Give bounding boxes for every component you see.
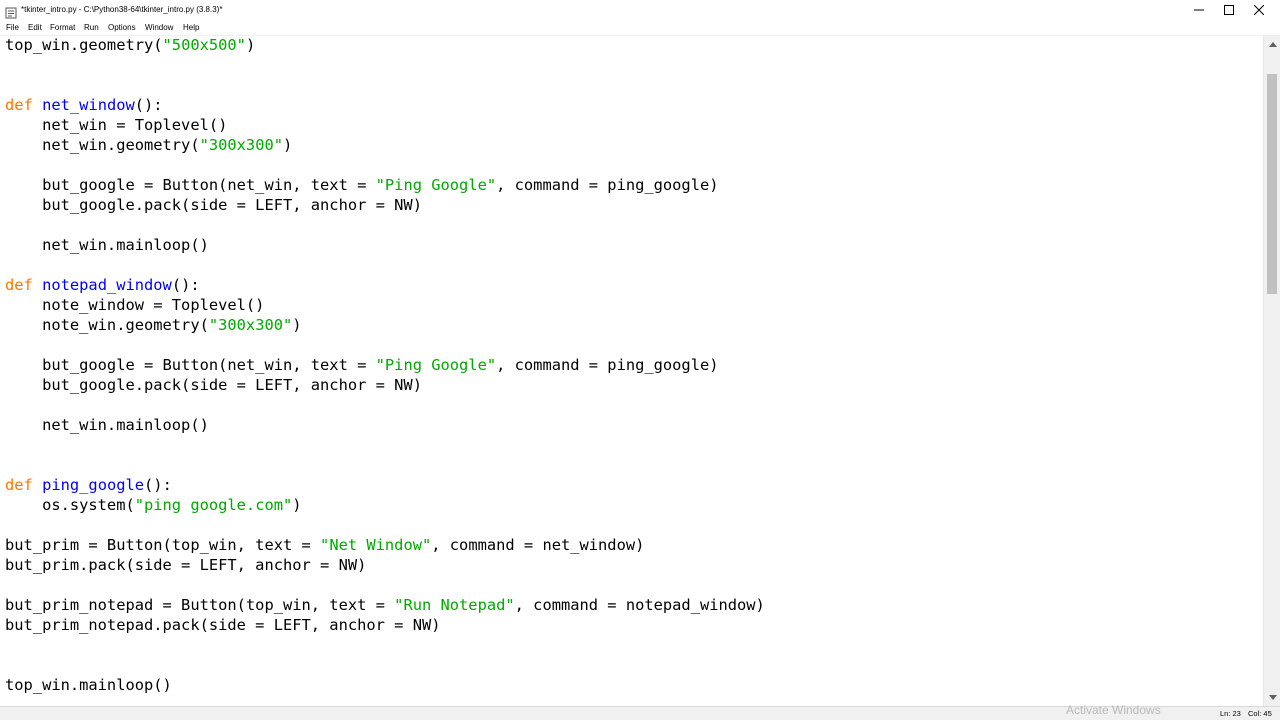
keyword-token: def <box>5 276 33 294</box>
string-token: "300x300" <box>208 316 293 334</box>
scroll-up-arrow-icon <box>1268 42 1277 47</box>
status-line: Ln: 23 <box>1220 709 1241 718</box>
code-token: (): <box>134 96 163 114</box>
code-token: but_google = Button(net_win, text = <box>5 176 376 194</box>
code-token: top_win.mainloop() <box>5 676 172 694</box>
minimize-icon <box>1194 9 1204 11</box>
code-line[interactable]: def notepad_window(): <box>5 275 200 295</box>
code-token: note_window = Toplevel() <box>5 296 265 314</box>
menu-file[interactable]: File <box>6 22 19 34</box>
code-token: ) <box>292 316 302 334</box>
code-line[interactable]: but_prim.pack(side = LEFT, anchor = NW) <box>5 555 366 575</box>
code-line[interactable]: note_window = Toplevel() <box>5 295 264 315</box>
definition-name-token: notepad_window <box>42 276 172 294</box>
python-idle-icon <box>5 4 17 19</box>
close-icon <box>1254 5 1264 15</box>
code-token: but_prim_notepad.pack(side = LEFT, ancho… <box>5 616 441 634</box>
scroll-down-arrow-icon <box>1268 695 1277 700</box>
string-token: "Net Window" <box>320 536 432 554</box>
activate-windows-watermark: Activate Windows <box>1066 703 1161 717</box>
code-token: net_win.mainloop() <box>5 236 209 254</box>
close-button[interactable] <box>1244 0 1274 20</box>
definition-name-token: ping_google <box>42 476 145 494</box>
code-line[interactable]: but_google = Button(net_win, text = "Pin… <box>5 355 719 375</box>
menu-help[interactable]: Help <box>183 22 199 34</box>
menu-window[interactable]: Window <box>145 22 173 34</box>
code-line[interactable]: net_win.mainloop() <box>5 415 209 435</box>
code-line[interactable]: but_prim = Button(top_win, text = "Net W… <box>5 535 644 555</box>
code-token: but_google.pack(side = LEFT, anchor = NW… <box>5 376 422 394</box>
code-token: but_google = Button(net_win, text = <box>5 356 376 374</box>
code-token: but_prim.pack(side = LEFT, anchor = NW) <box>5 556 367 574</box>
string-token: "ping google.com" <box>134 496 293 514</box>
code-token: , command = ping_google) <box>496 356 719 374</box>
menu-format[interactable]: Format <box>50 22 75 34</box>
maximize-button[interactable] <box>1214 0 1244 20</box>
code-token: top_win.geometry( <box>5 36 163 54</box>
code-line[interactable]: net_win.mainloop() <box>5 235 209 255</box>
code-token: net_win.mainloop() <box>5 416 209 434</box>
code-line[interactable]: def net_window(): <box>5 95 163 115</box>
menu-run[interactable]: Run <box>84 22 99 34</box>
code-line[interactable]: top_win.geometry("500x500") <box>5 36 255 55</box>
scrollbar-thumb[interactable] <box>1267 74 1277 294</box>
string-token: "300x300" <box>199 136 283 154</box>
status-col: Col: 45 <box>1248 709 1272 718</box>
code-token: but_google.pack(side = LEFT, anchor = NW… <box>5 196 422 214</box>
string-token: "500x500" <box>162 36 246 54</box>
code-token: , command = net_window) <box>431 536 645 554</box>
string-token: "Run Notepad" <box>394 596 515 614</box>
vertical-scrollbar[interactable] <box>1263 36 1280 706</box>
code-line[interactable]: top_win.mainloop() <box>5 675 172 695</box>
code-line[interactable]: but_prim_notepad = Button(top_win, text … <box>5 595 765 615</box>
code-line[interactable]: but_google = Button(net_win, text = "Pin… <box>5 175 719 195</box>
string-token: "Ping Google" <box>375 176 497 194</box>
code-token: note_win.geometry( <box>5 316 209 334</box>
code-token: but_prim_notepad = Button(top_win, text … <box>5 596 395 614</box>
scroll-up-button[interactable] <box>1264 36 1280 53</box>
code-line[interactable]: os.system("ping google.com") <box>5 495 302 515</box>
code-token: net_win.geometry( <box>5 136 200 154</box>
code-line[interactable]: note_win.geometry("300x300") <box>5 315 302 335</box>
code-line[interactable]: but_prim_notepad.pack(side = LEFT, ancho… <box>5 615 441 635</box>
menu-edit[interactable]: Edit <box>28 22 42 34</box>
code-line[interactable]: def ping_google(): <box>5 475 172 495</box>
code-token: , command = notepad_window) <box>514 596 765 614</box>
keyword-token: def <box>5 476 33 494</box>
title-bar[interactable]: *tkinter_intro.py - C:\Python38-64\tkint… <box>0 0 1280 20</box>
code-editor[interactable]: top_win.geometry("500x500") def net_windo… <box>0 36 1263 706</box>
code-line[interactable]: net_win = Toplevel() <box>5 115 227 135</box>
code-token: but_prim = Button(top_win, text = <box>5 536 321 554</box>
window-title: *tkinter_intro.py - C:\Python38-64\tkint… <box>21 5 223 14</box>
definition-name-token: net_window <box>42 96 135 114</box>
menu-options[interactable]: Options <box>108 22 136 34</box>
minimize-button[interactable] <box>1184 0 1214 20</box>
keyword-token: def <box>5 96 33 114</box>
scroll-down-button[interactable] <box>1264 689 1280 706</box>
code-token: ) <box>283 136 293 154</box>
code-line[interactable]: net_win.geometry("300x300") <box>5 135 292 155</box>
menu-bar: File Edit Format Run Options Window Help <box>0 20 1280 36</box>
code-token: ) <box>245 36 256 54</box>
code-token: (): <box>171 276 200 294</box>
code-token: (): <box>144 476 172 494</box>
string-token: "Ping Google" <box>375 356 497 374</box>
code-line[interactable]: but_google.pack(side = LEFT, anchor = NW… <box>5 195 422 215</box>
code-token: ) <box>292 496 302 514</box>
code-token: net_win = Toplevel() <box>5 116 228 134</box>
code-token: , command = ping_google) <box>496 176 719 194</box>
code-line[interactable]: but_google.pack(side = LEFT, anchor = NW… <box>5 375 422 395</box>
code-token: os.system( <box>5 496 135 514</box>
maximize-icon <box>1224 5 1234 15</box>
